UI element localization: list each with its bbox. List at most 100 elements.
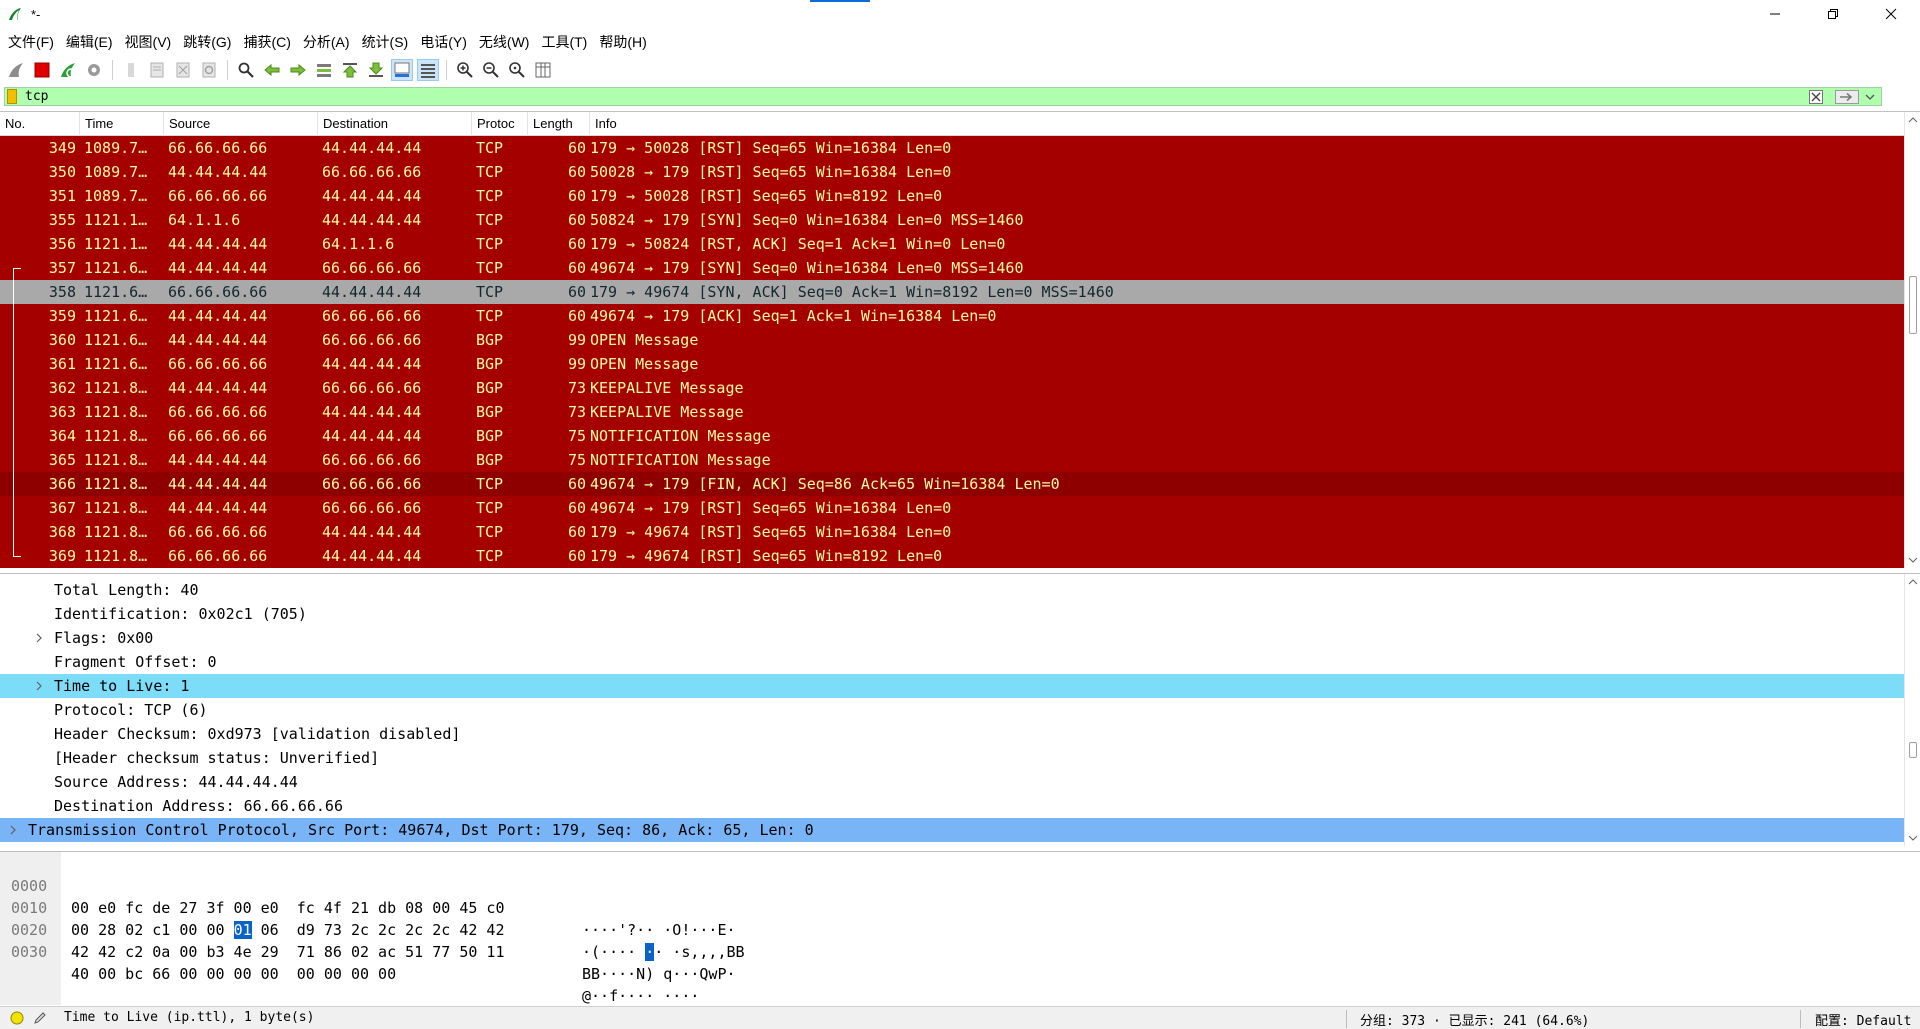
detail-tree-item[interactable]: Fragment Offset: 0	[0, 650, 1904, 674]
packet-row[interactable]: 355 1121.1… 64.1.1.6 44.44.44.44 TCP 60 50824 …	[0, 208, 1904, 232]
detail-tree-item[interactable]: Flags: 0x00	[0, 626, 1904, 650]
detail-tree-item[interactable]: Header Checksum: 0xd973 [validation disa…	[0, 722, 1904, 746]
find-packet-button[interactable]	[235, 59, 257, 81]
restore-button[interactable]	[1804, 0, 1862, 28]
bytes-ascii[interactable]: BB····N) q···QwP·	[582, 963, 736, 985]
chevron-down-icon[interactable]	[1905, 830, 1920, 846]
packet-row[interactable]: 363 1121.8… 66.66.66.66 44.44.44.44 BGP 73 KEE…	[0, 400, 1904, 424]
packet-row[interactable]: 366 1121.8… 44.44.44.44 66.66.66.66 TCP 60 496…	[0, 472, 1904, 496]
bytes-ascii[interactable]: @··f···· ····	[582, 985, 699, 1007]
packet-row[interactable]: 350 1089.7… 44.44.44.44 66.66.66.66 TCP 60 500…	[0, 160, 1904, 184]
detail-tree-item[interactable]: Transmission Control Protocol, Src Port:…	[0, 818, 1904, 842]
bytes-hex[interactable]: 40 00 bc 66 00 00 00 00 00 00 00 00	[71, 963, 396, 985]
save-file-button[interactable]	[146, 59, 168, 81]
colorize-button[interactable]	[417, 59, 439, 81]
packet-row[interactable]: 364 1121.8… 66.66.66.66 44.44.44.44 BGP 75 NOT…	[0, 424, 1904, 448]
chevron-right-icon[interactable]	[6, 818, 20, 842]
chevron-right-icon[interactable]	[32, 626, 46, 650]
menu-file[interactable]: 文件(F)	[2, 31, 60, 53]
chevron-up-icon[interactable]	[1905, 574, 1920, 590]
packet-cell-proto: TCP	[476, 547, 504, 565]
selected-ascii-byte[interactable]: ·	[645, 943, 655, 961]
column-header-source[interactable]: Source	[164, 112, 318, 136]
menu-edit[interactable]: 编辑(E)	[60, 31, 119, 53]
column-header-length[interactable]: Length	[528, 112, 590, 136]
packet-row[interactable]: 367 1121.8… 44.44.44.44 66.66.66.66 TCP 60 496…	[0, 496, 1904, 520]
menu-help[interactable]: 帮助(H)	[593, 31, 652, 53]
menu-analyze[interactable]: 分析(A)	[297, 31, 356, 53]
detail-tree-item[interactable]: [Header checksum status: Unverified]	[0, 746, 1904, 770]
apply-filter-arrow-icon[interactable]	[1835, 89, 1859, 104]
chevron-up-icon[interactable]	[1905, 112, 1920, 128]
clear-filter-icon[interactable]	[1809, 89, 1823, 104]
menu-tools[interactable]: 工具(T)	[535, 31, 593, 53]
column-header-destination[interactable]: Destination	[318, 112, 472, 136]
zoom-in-button[interactable]	[454, 59, 476, 81]
restart-capture-button[interactable]	[57, 59, 79, 81]
go-first-packet-button[interactable]	[339, 59, 361, 81]
column-header-time[interactable]: Time	[80, 112, 164, 136]
scrollbar-thumb[interactable]	[1909, 276, 1917, 334]
bytes-hex[interactable]: 42 42 c2 0a 00 b3 4e 29 71 86 02 ac 51 7…	[71, 941, 504, 963]
bytes-hex[interactable]: 00 e0 fc de 27 3f 00 e0 fc 4f 21 db 08 0…	[71, 897, 504, 919]
edit-comment-icon[interactable]	[33, 1011, 47, 1025]
packet-row[interactable]: 360 1121.6… 44.44.44.44 66.66.66.66 BGP 99 OPE…	[0, 328, 1904, 352]
column-header-protocol[interactable]: Protoc	[472, 112, 528, 136]
column-header-no[interactable]: No.	[0, 112, 80, 136]
packet-list-scrollbar[interactable]	[1904, 112, 1920, 568]
selected-hex-byte[interactable]: 01	[233, 921, 252, 939]
packet-row[interactable]: 357 1121.6… 44.44.44.44 66.66.66.66 TCP 60 496…	[0, 256, 1904, 280]
details-scrollbar[interactable]	[1904, 574, 1920, 846]
go-to-packet-button[interactable]	[313, 59, 335, 81]
menu-wireless[interactable]: 无线(W)	[473, 31, 536, 53]
bytes-ascii[interactable]: ····'?·· ·O!···E·	[582, 919, 736, 941]
zoom-reset-button[interactable]	[506, 59, 528, 81]
display-filter-input[interactable]	[25, 88, 1805, 104]
open-file-button[interactable]	[120, 59, 142, 81]
start-capture-button[interactable]	[5, 59, 27, 81]
close-file-button[interactable]	[172, 59, 194, 81]
menu-go[interactable]: 跳转(G)	[177, 31, 237, 53]
menu-telephony[interactable]: 电话(Y)	[414, 31, 473, 53]
capture-options-button[interactable]	[83, 59, 105, 81]
bytes-ascii[interactable]: ·(···· ·· ·s,,,,BB	[582, 941, 745, 963]
packet-row[interactable]: 359 1121.6… 44.44.44.44 66.66.66.66 TCP 60 496…	[0, 304, 1904, 328]
menu-capture[interactable]: 捕获(C)	[237, 31, 296, 53]
packet-row[interactable]: 368 1121.8… 66.66.66.66 44.44.44.44 TCP 60 179…	[0, 520, 1904, 544]
detail-tree-item[interactable]: Time to Live: 1	[0, 674, 1904, 698]
go-last-packet-button[interactable]	[365, 59, 387, 81]
packet-row[interactable]: 358 1121.6… 66.66.66.66 44.44.44.44 TCP 60 179…	[0, 280, 1904, 304]
close-button[interactable]	[1862, 0, 1920, 28]
column-header-info[interactable]: Info	[590, 112, 1904, 136]
bytes-hex[interactable]: 00 28 02 c1 00 00 01 06 d9 73 2c 2c 2c 2…	[71, 919, 505, 941]
packet-row[interactable]: 349 1089.7… 66.66.66.66 44.44.44.44 TCP 60 179…	[0, 136, 1904, 160]
chevron-down-icon[interactable]	[1863, 90, 1877, 104]
expert-info-icon[interactable]	[10, 1011, 24, 1025]
detail-tree-item[interactable]: Identification: 0x02c1 (705)	[0, 602, 1904, 626]
scrollbar-thumb[interactable]	[1909, 742, 1917, 758]
menu-statistics[interactable]: 统计(S)	[356, 31, 415, 53]
bookmark-icon[interactable]	[7, 88, 17, 104]
menu-view[interactable]: 视图(V)	[119, 31, 178, 53]
stop-capture-button[interactable]	[31, 59, 53, 81]
chevron-down-icon[interactable]	[1905, 552, 1920, 568]
status-profile[interactable]: 配置: Default	[1815, 1010, 1911, 1029]
detail-tree-item[interactable]: Destination Address: 66.66.66.66	[0, 794, 1904, 818]
detail-tree-item[interactable]: Source Address: 44.44.44.44	[0, 770, 1904, 794]
packet-row[interactable]: 361 1121.6… 66.66.66.66 44.44.44.44 BGP 99 OPE…	[0, 352, 1904, 376]
go-forward-button[interactable]	[287, 59, 309, 81]
packet-row[interactable]: 369 1121.8… 66.66.66.66 44.44.44.44 TCP 60 179…	[0, 544, 1904, 568]
detail-tree-item[interactable]: Total Length: 40	[0, 578, 1904, 602]
resize-columns-button[interactable]	[532, 59, 554, 81]
reload-file-button[interactable]	[198, 59, 220, 81]
packet-row[interactable]: 365 1121.8… 44.44.44.44 66.66.66.66 BGP 75 NOT…	[0, 448, 1904, 472]
auto-scroll-button[interactable]	[391, 59, 413, 81]
go-back-button[interactable]	[261, 59, 283, 81]
detail-tree-item[interactable]: Protocol: TCP (6)	[0, 698, 1904, 722]
chevron-right-icon[interactable]	[32, 674, 46, 698]
minimize-button[interactable]	[1746, 0, 1804, 28]
packet-row[interactable]: 356 1121.1… 44.44.44.44 64.1.1.6 TCP 60 179 → …	[0, 232, 1904, 256]
packet-row[interactable]: 362 1121.8… 44.44.44.44 66.66.66.66 BGP 73 KEE…	[0, 376, 1904, 400]
zoom-out-button[interactable]	[480, 59, 502, 81]
packet-row[interactable]: 351 1089.7… 66.66.66.66 44.44.44.44 TCP 60 179…	[0, 184, 1904, 208]
